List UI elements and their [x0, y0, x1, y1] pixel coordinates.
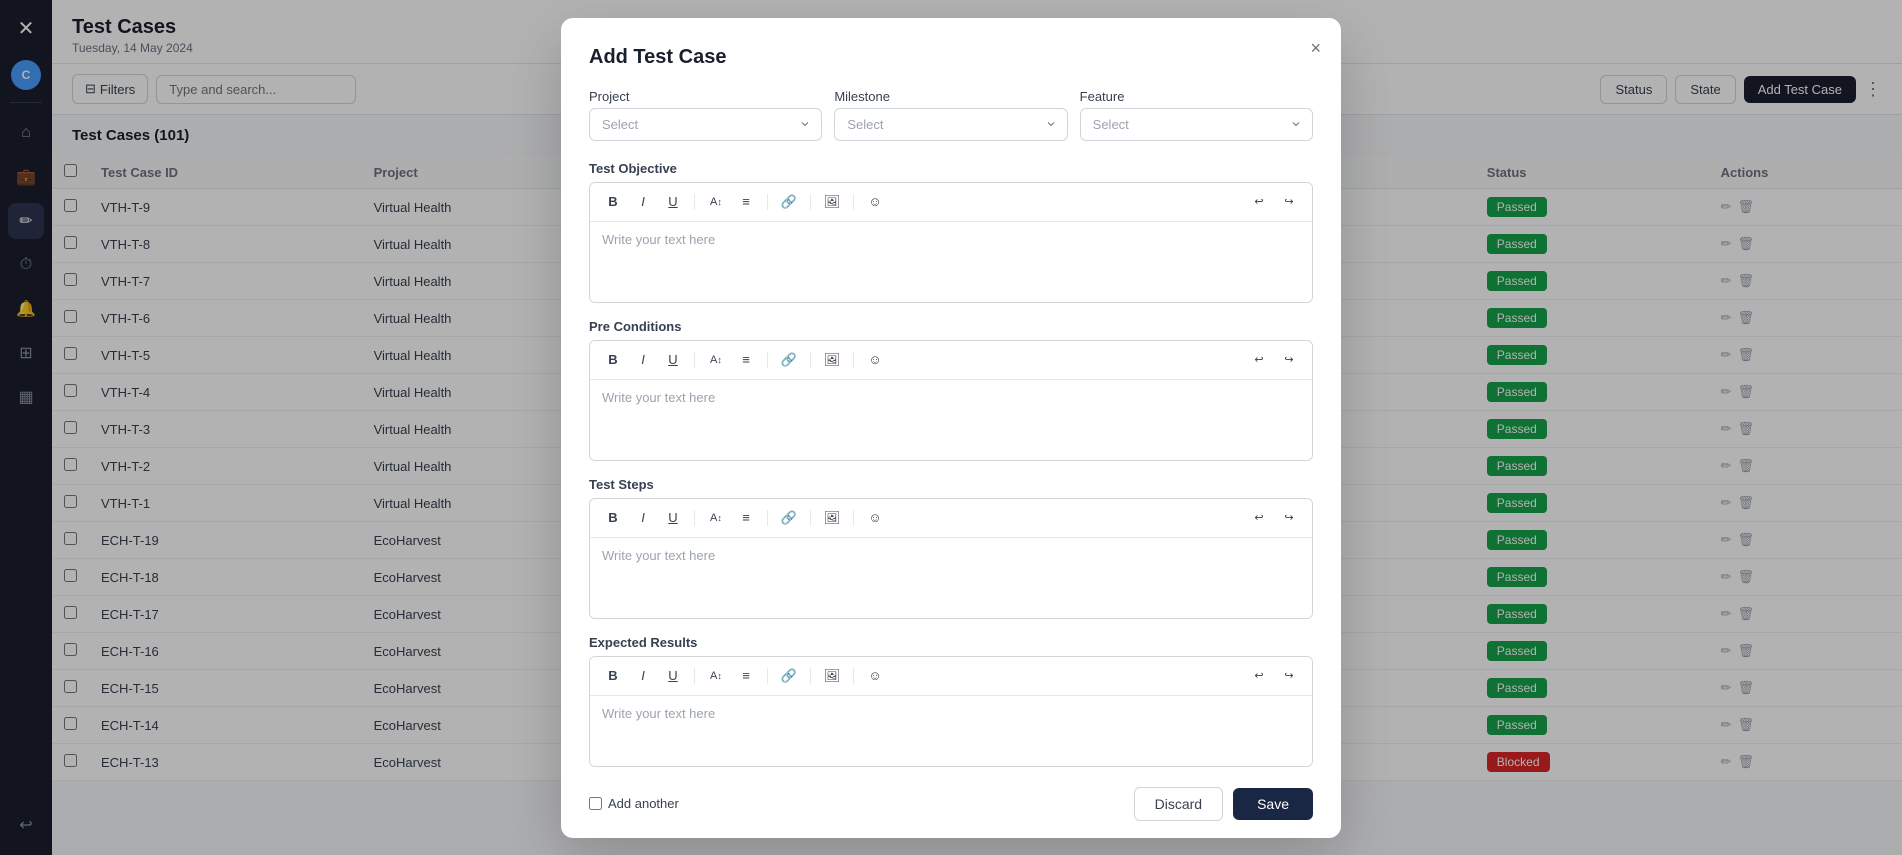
link-button-1[interactable]: 🔗	[776, 189, 802, 215]
emoji-button-3[interactable]: ☺	[862, 505, 888, 531]
font-size-button-2[interactable]: A↕	[703, 347, 729, 373]
add-another-wrap: Add another	[589, 796, 679, 811]
redo-button-1[interactable]: ↪	[1276, 189, 1302, 215]
test-objective-placeholder: Write your text here	[602, 232, 715, 247]
project-label: Project	[589, 89, 822, 104]
add-test-case-modal: Add Test Case × Project Select Milestone…	[561, 18, 1341, 838]
expected-results-toolbar: B I U A↕ ≡ 🔗 🖼 ☺ ↩ ↪	[590, 657, 1312, 696]
italic-button-2[interactable]: I	[630, 347, 656, 373]
test-steps-label: Test Steps	[589, 477, 1313, 492]
underline-button-4[interactable]: U	[660, 663, 686, 689]
list-button-1[interactable]: ≡	[733, 189, 759, 215]
link-button-4[interactable]: 🔗	[776, 663, 802, 689]
add-another-checkbox[interactable]	[589, 797, 602, 810]
feature-select[interactable]: Select	[1080, 108, 1313, 141]
test-steps-section: Test Steps B I U A↕ ≡ 🔗 🖼 ☺ ↩	[589, 477, 1313, 619]
test-steps-placeholder: Write your text here	[602, 548, 715, 563]
test-objective-section: Test Objective B I U A↕ ≡ 🔗 🖼 ☺ ↩	[589, 161, 1313, 303]
modal-close-button[interactable]: ×	[1310, 38, 1321, 59]
pre-conditions-placeholder: Write your text here	[602, 390, 715, 405]
image-button-3[interactable]: 🖼	[819, 505, 845, 531]
discard-button[interactable]: Discard	[1134, 787, 1223, 821]
expected-results-content[interactable]: Write your text here	[590, 696, 1312, 766]
expected-results-editor: B I U A↕ ≡ 🔗 🖼 ☺ ↩ ↪ Writ	[589, 656, 1313, 767]
save-button[interactable]: Save	[1233, 788, 1313, 820]
bold-button-2[interactable]: B	[600, 347, 626, 373]
redo-button-2[interactable]: ↪	[1276, 347, 1302, 373]
project-select[interactable]: Select	[589, 108, 822, 141]
list-button-2[interactable]: ≡	[733, 347, 759, 373]
add-another-label: Add another	[608, 796, 679, 811]
redo-button-4[interactable]: ↪	[1276, 663, 1302, 689]
bold-button-1[interactable]: B	[600, 189, 626, 215]
modal-title: Add Test Case	[589, 46, 1313, 69]
selects-row: Project Select Milestone Select Feature …	[589, 89, 1313, 141]
test-steps-content[interactable]: Write your text here	[590, 538, 1312, 618]
feature-label: Feature	[1080, 89, 1313, 104]
italic-button-1[interactable]: I	[630, 189, 656, 215]
pre-conditions-content[interactable]: Write your text here	[590, 380, 1312, 460]
project-select-group: Project Select	[589, 89, 822, 141]
emoji-button-2[interactable]: ☺	[862, 347, 888, 373]
font-size-button-4[interactable]: A↕	[703, 663, 729, 689]
test-steps-editor: B I U A↕ ≡ 🔗 🖼 ☺ ↩ ↪ Writ	[589, 498, 1313, 619]
emoji-button-1[interactable]: ☺	[862, 189, 888, 215]
link-button-2[interactable]: 🔗	[776, 347, 802, 373]
redo-button-3[interactable]: ↪	[1276, 505, 1302, 531]
image-button-4[interactable]: 🖼	[819, 663, 845, 689]
test-objective-toolbar: B I U A↕ ≡ 🔗 🖼 ☺ ↩ ↪	[590, 183, 1312, 222]
modal-footer: Add another Discard Save	[589, 787, 1313, 821]
image-button-1[interactable]: 🖼	[819, 189, 845, 215]
pre-conditions-section: Pre Conditions B I U A↕ ≡ 🔗 🖼 ☺ ↩	[589, 319, 1313, 461]
italic-button-4[interactable]: I	[630, 663, 656, 689]
font-size-button-3[interactable]: A↕	[703, 505, 729, 531]
test-objective-label: Test Objective	[589, 161, 1313, 176]
underline-button-3[interactable]: U	[660, 505, 686, 531]
underline-button-1[interactable]: U	[660, 189, 686, 215]
pre-conditions-label: Pre Conditions	[589, 319, 1313, 334]
milestone-select[interactable]: Select	[834, 108, 1067, 141]
milestone-select-group: Milestone Select	[834, 89, 1067, 141]
test-objective-content[interactable]: Write your text here	[590, 222, 1312, 302]
link-button-3[interactable]: 🔗	[776, 505, 802, 531]
expected-results-section: Expected Results B I U A↕ ≡ 🔗 🖼 ☺ ↩	[589, 635, 1313, 767]
italic-button-3[interactable]: I	[630, 505, 656, 531]
underline-button-2[interactable]: U	[660, 347, 686, 373]
expected-results-label: Expected Results	[589, 635, 1313, 650]
modal-overlay: Add Test Case × Project Select Milestone…	[0, 0, 1902, 855]
undo-button-3[interactable]: ↩	[1246, 505, 1272, 531]
feature-select-group: Feature Select	[1080, 89, 1313, 141]
undo-button-1[interactable]: ↩	[1246, 189, 1272, 215]
list-button-3[interactable]: ≡	[733, 505, 759, 531]
font-size-button-1[interactable]: A↕	[703, 189, 729, 215]
undo-button-2[interactable]: ↩	[1246, 347, 1272, 373]
bold-button-4[interactable]: B	[600, 663, 626, 689]
pre-conditions-editor: B I U A↕ ≡ 🔗 🖼 ☺ ↩ ↪ Writ	[589, 340, 1313, 461]
expected-results-placeholder: Write your text here	[602, 706, 715, 721]
pre-conditions-toolbar: B I U A↕ ≡ 🔗 🖼 ☺ ↩ ↪	[590, 341, 1312, 380]
test-objective-editor: B I U A↕ ≡ 🔗 🖼 ☺ ↩ ↪ Writ	[589, 182, 1313, 303]
emoji-button-4[interactable]: ☺	[862, 663, 888, 689]
bold-button-3[interactable]: B	[600, 505, 626, 531]
image-button-2[interactable]: 🖼	[819, 347, 845, 373]
list-button-4[interactable]: ≡	[733, 663, 759, 689]
milestone-label: Milestone	[834, 89, 1067, 104]
test-steps-toolbar: B I U A↕ ≡ 🔗 🖼 ☺ ↩ ↪	[590, 499, 1312, 538]
undo-button-4[interactable]: ↩	[1246, 663, 1272, 689]
